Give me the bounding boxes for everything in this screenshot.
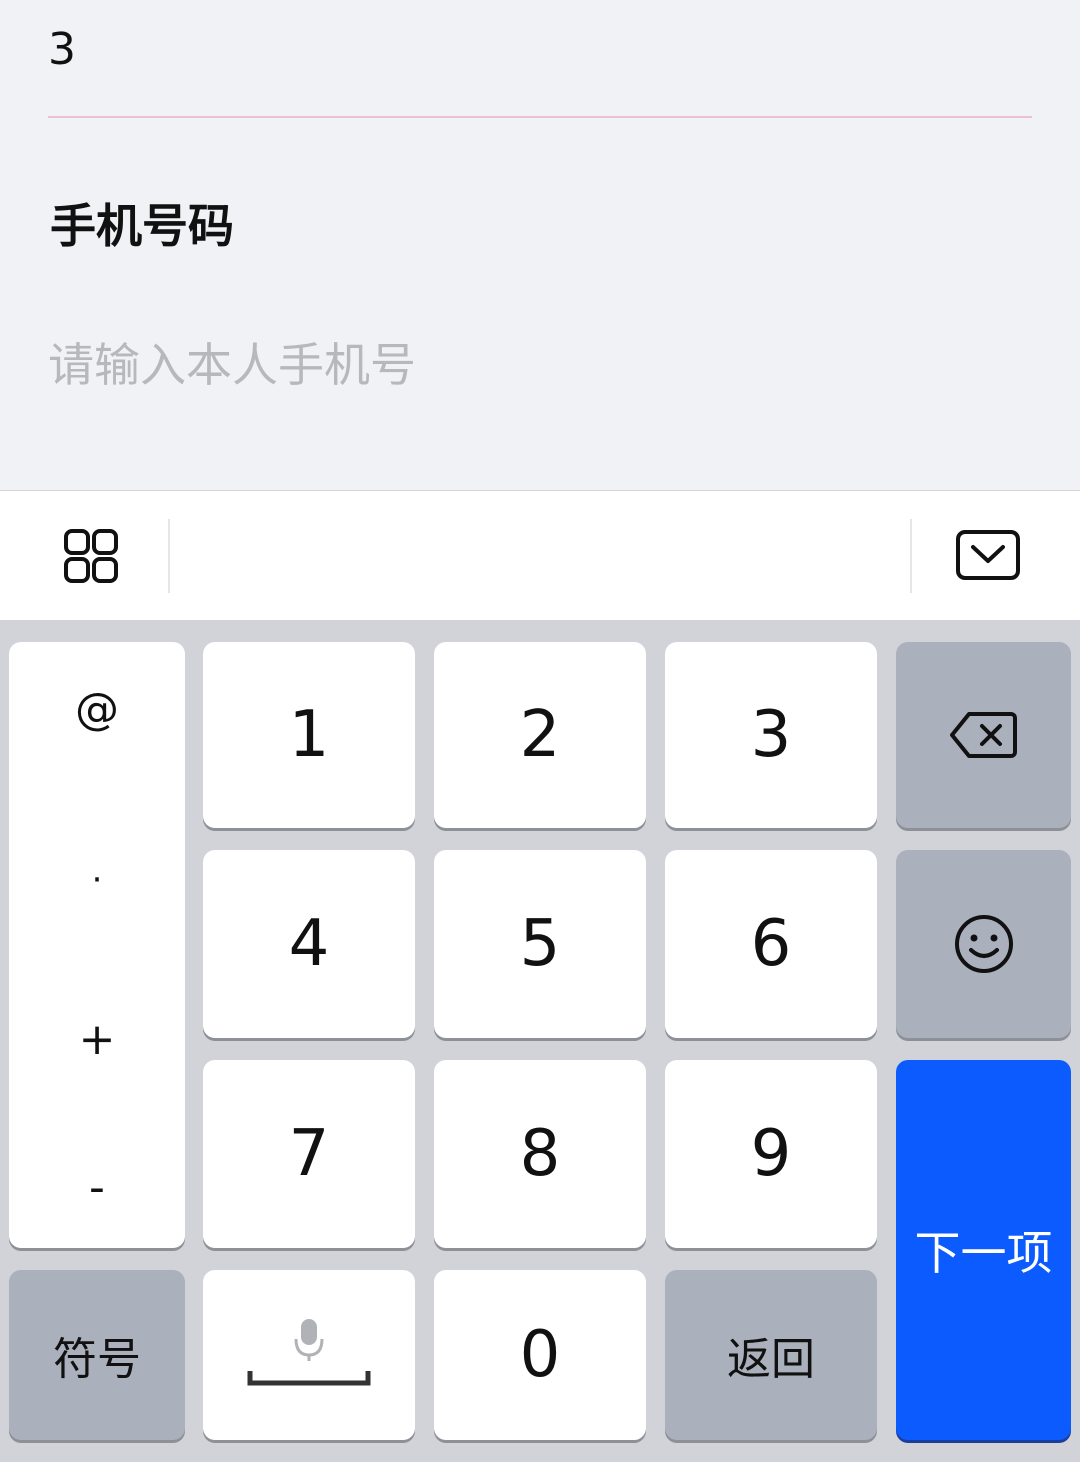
- toolbar-divider: [910, 519, 912, 593]
- voice-space-key[interactable]: [203, 1270, 415, 1440]
- key-8[interactable]: 8: [434, 1060, 646, 1248]
- toolbar-divider: [168, 519, 170, 593]
- symbol-plus-key[interactable]: +: [9, 1014, 185, 1065]
- microphone-space-icon: [244, 1319, 374, 1391]
- key-6[interactable]: 6: [665, 850, 877, 1038]
- smiley-icon: [952, 912, 1016, 976]
- keyboard-hide-icon[interactable]: [950, 521, 1026, 591]
- phone-number-input[interactable]: [48, 328, 1032, 402]
- emoji-key[interactable]: [896, 850, 1071, 1038]
- key-3[interactable]: 3: [665, 642, 877, 828]
- symbol-keyboard-key[interactable]: 符号: [9, 1270, 185, 1440]
- backspace-icon: [949, 710, 1019, 760]
- form-area: 3 手机号码: [0, 0, 1080, 490]
- key-9[interactable]: 9: [665, 1060, 877, 1248]
- key-4[interactable]: 4: [203, 850, 415, 1038]
- backspace-key[interactable]: [896, 642, 1071, 828]
- symbol-minus-key[interactable]: -: [9, 1162, 185, 1213]
- key-0[interactable]: 0: [434, 1270, 646, 1440]
- key-2[interactable]: 2: [434, 642, 646, 828]
- key-7[interactable]: 7: [203, 1060, 415, 1248]
- phone-input-screen: 3 手机号码 @ · + -: [0, 0, 1080, 1462]
- return-key[interactable]: 返回: [665, 1270, 877, 1440]
- symbol-dot-key[interactable]: ·: [9, 860, 185, 900]
- phone-field-label: 手机号码: [50, 199, 234, 253]
- grid-icon[interactable]: [56, 521, 126, 591]
- next-field-button[interactable]: 下一项: [896, 1060, 1071, 1440]
- previous-field-underline: [48, 116, 1032, 118]
- key-1[interactable]: 1: [203, 642, 415, 828]
- symbol-at-key[interactable]: @: [9, 684, 185, 735]
- numeric-keyboard: @ · + - 1 2 3 4 5 6 7 8 9 下一项 符号 0 返回: [0, 620, 1080, 1462]
- key-5[interactable]: 5: [434, 850, 646, 1038]
- symbol-column: @ · + -: [9, 642, 185, 1248]
- previous-field-value[interactable]: 3: [48, 20, 76, 80]
- keyboard-toolbar: [0, 490, 1080, 620]
